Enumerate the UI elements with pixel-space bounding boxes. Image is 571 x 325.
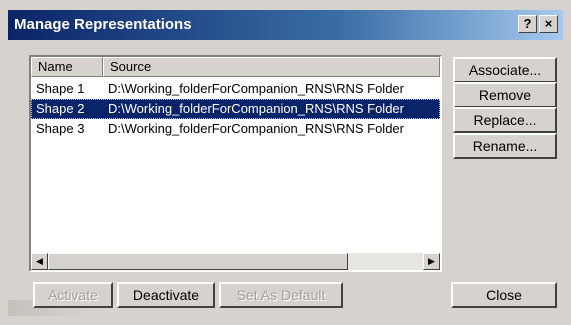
row-name: Shape 1 [36,81,85,96]
list-header: Name Source [31,57,440,77]
horizontal-scrollbar[interactable]: ◀ ▶ [31,253,440,270]
close-button[interactable]: Close [451,282,557,308]
manage-representations-dialog: Manage Representations ? × Name Source S… [0,0,571,325]
rename-button[interactable]: Rename... [453,133,557,159]
row-name: Shape 3 [36,121,85,136]
representations-list[interactable]: Name Source Shape 1 D:\Working_folderFor… [29,55,442,272]
remove-button[interactable]: Remove [453,82,557,108]
title-bar[interactable]: Manage Representations ? × [8,10,563,40]
set-as-default-button[interactable]: Set As Default [219,282,343,308]
row-source: D:\Working_folderForCompanion_RNS\RNS Fo… [108,101,404,116]
dialog-title: Manage Representations [14,16,192,33]
row-source: D:\Working_folderForCompanion_RNS\RNS Fo… [108,81,404,96]
column-header-name[interactable]: Name [31,57,103,77]
row-name: Shape 2 [36,101,85,116]
close-icon[interactable]: × [539,15,558,33]
deactivate-button[interactable]: Deactivate [117,282,215,308]
list-item-selected[interactable]: Shape 2 D:\Working_folderForCompanion_RN… [31,99,440,119]
scroll-left-icon[interactable]: ◀ [31,253,48,270]
activate-button[interactable]: Activate [33,282,113,308]
associate-button[interactable]: Associate... [453,57,557,83]
scroll-thumb[interactable] [48,253,348,270]
list-item[interactable]: Shape 3 D:\Working_folderForCompanion_RN… [31,119,440,139]
replace-button[interactable]: Replace... [453,107,557,133]
list-item[interactable]: Shape 1 D:\Working_folderForCompanion_RN… [31,79,440,99]
row-source: D:\Working_folderForCompanion_RNS\RNS Fo… [108,121,404,136]
column-header-source[interactable]: Source [103,57,440,77]
scroll-right-icon[interactable]: ▶ [423,253,440,270]
help-button[interactable]: ? [518,15,537,33]
